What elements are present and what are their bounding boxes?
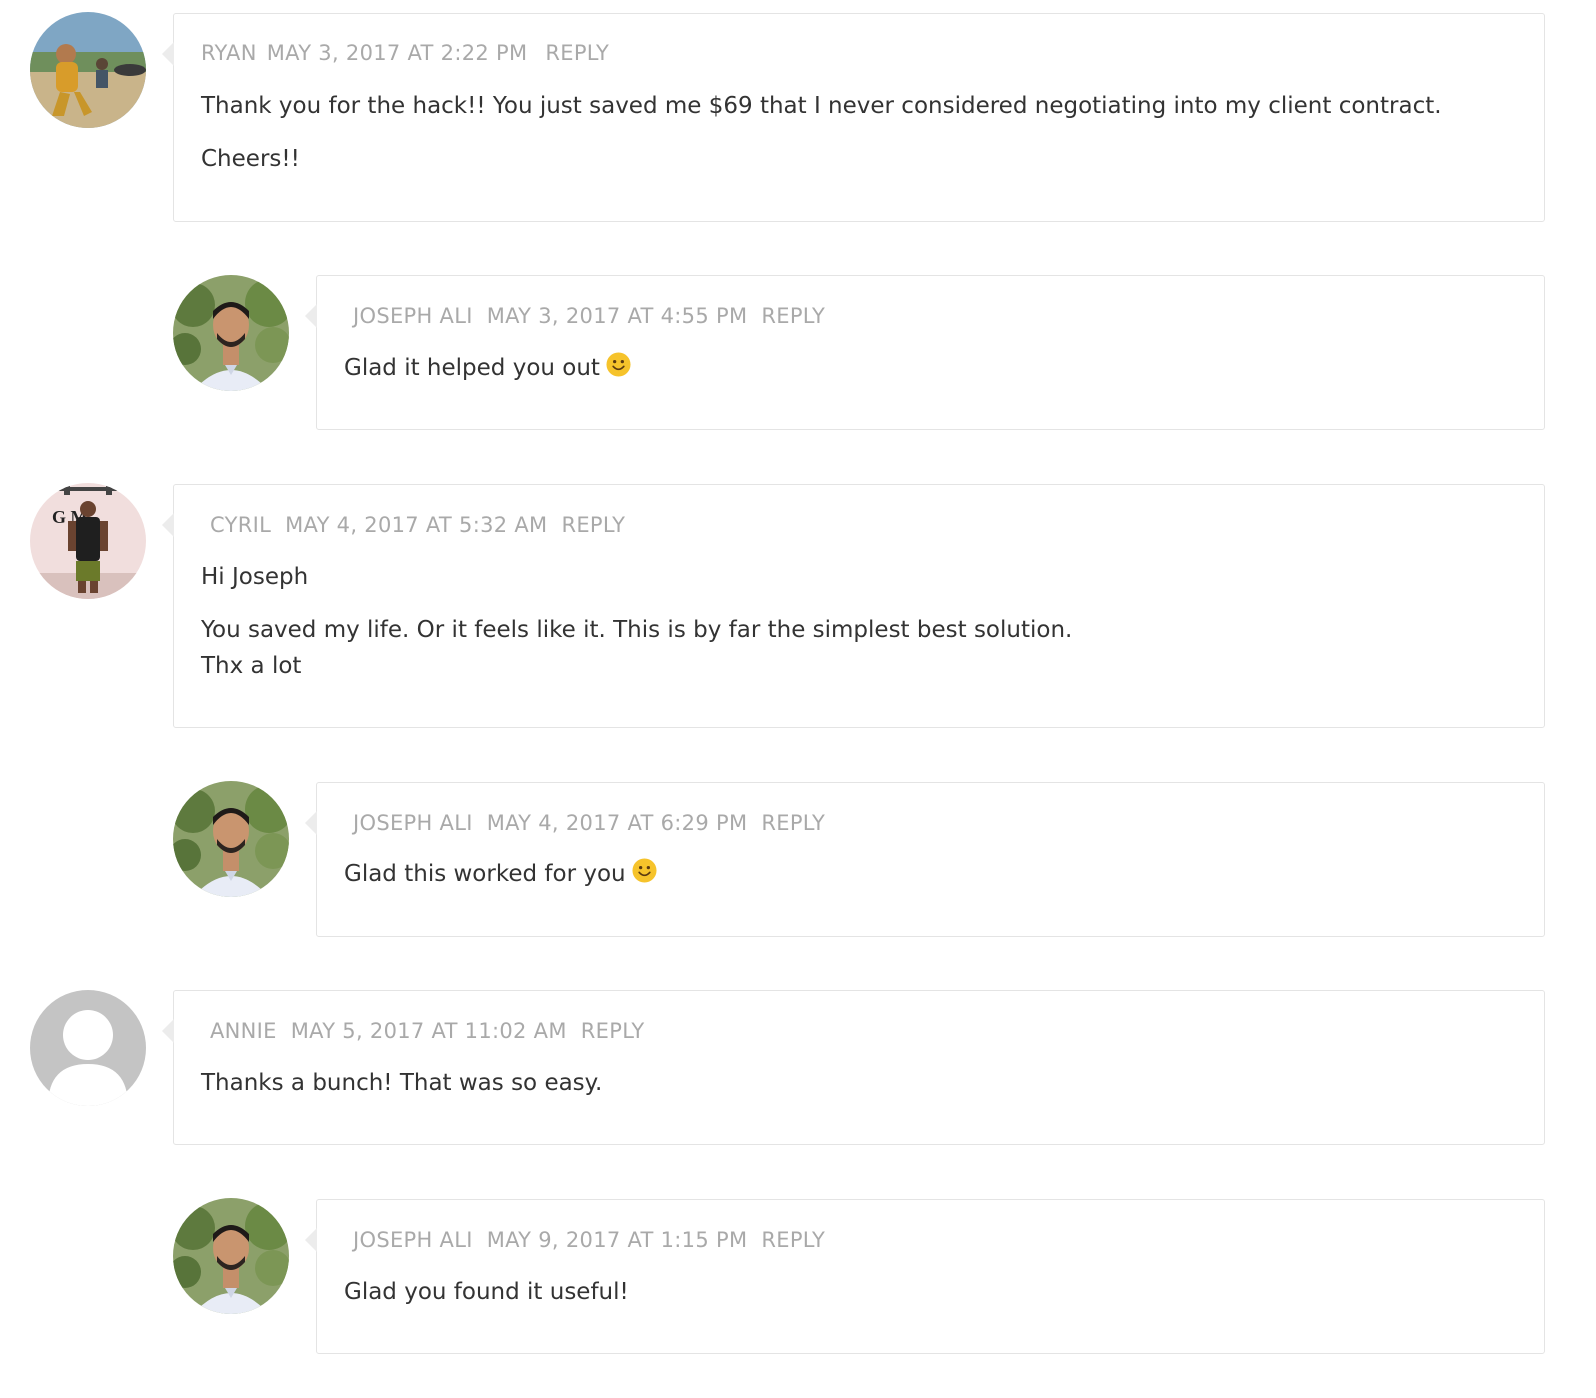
comment-meta: ANNIE MAY 5, 2017 AT 11:02 AM REPLY bbox=[210, 1019, 659, 1043]
comment-author[interactable]: JOSEPH ALI bbox=[353, 811, 473, 835]
reply-link[interactable]: REPLY bbox=[761, 304, 825, 328]
default-user-icon bbox=[30, 990, 146, 1106]
comment-meta: JOSEPH ALI MAY 9, 2017 AT 1:15 PM REPLY bbox=[353, 1228, 839, 1252]
comment-date[interactable]: MAY 5, 2017 AT 11:02 AM bbox=[291, 1019, 567, 1043]
comment-bubble: RYAN MAY 3, 2017 AT 2:22 PM REPLY Thank yo… bbox=[162, 13, 1545, 222]
comment-text-line: Glad it helped you out bbox=[344, 350, 631, 386]
comment-date[interactable]: MAY 3, 2017 AT 2:22 PM bbox=[267, 41, 528, 65]
avatar bbox=[30, 990, 146, 1106]
avatar[interactable] bbox=[173, 1198, 289, 1314]
comment-meta: JOSEPH ALI MAY 4, 2017 AT 6:29 PM REPLY bbox=[353, 811, 839, 835]
reply-link[interactable]: REPLY bbox=[581, 1019, 645, 1043]
comment-text-line: Thanks a bunch! That was so easy. bbox=[201, 1070, 603, 1096]
comment-text-line: Glad you found it useful! bbox=[344, 1279, 629, 1305]
avatar[interactable] bbox=[173, 275, 289, 391]
user-photo-icon bbox=[173, 1198, 289, 1314]
comment-author[interactable]: JOSEPH ALI bbox=[353, 304, 473, 328]
comment-text-line: Thank you for the hack!! You just saved … bbox=[201, 93, 1442, 119]
comment-text-line: Glad this worked for you bbox=[344, 856, 657, 892]
user-photo-icon bbox=[173, 781, 289, 897]
reply-link[interactable]: REPLY bbox=[761, 1228, 825, 1252]
comment-author[interactable]: JOSEPH ALI bbox=[353, 1228, 473, 1252]
smiley-icon bbox=[606, 352, 631, 377]
comment-bubble: ANNIE MAY 5, 2017 AT 11:02 AM REPLY Thanks… bbox=[162, 990, 1545, 1145]
avatar[interactable]: G M bbox=[30, 483, 146, 599]
comment-date[interactable]: MAY 4, 2017 AT 5:32 AM bbox=[285, 513, 547, 537]
comment-bubble: JOSEPH ALI MAY 3, 2017 AT 4:55 PM REPLY Gl… bbox=[305, 275, 1545, 430]
comment-author: RYAN bbox=[201, 41, 257, 65]
comment-bubble: CYRIL MAY 4, 2017 AT 5:32 AM REPLY Hi Jose… bbox=[162, 484, 1545, 728]
comment-date[interactable]: MAY 4, 2017 AT 6:29 PM bbox=[487, 811, 748, 835]
comment-text: Glad this worked for you bbox=[344, 861, 626, 887]
reply-link[interactable]: REPLY bbox=[761, 811, 825, 835]
reply-link[interactable]: REPLY bbox=[545, 41, 609, 65]
comment-text-line: Cheers!! bbox=[201, 146, 300, 172]
avatar[interactable] bbox=[173, 781, 289, 897]
avatar[interactable] bbox=[30, 12, 146, 128]
user-photo-icon: G M bbox=[30, 483, 146, 599]
comment-text-line: Thx a lot bbox=[201, 653, 302, 679]
comment-date[interactable]: MAY 3, 2017 AT 4:55 PM bbox=[487, 304, 748, 328]
comment-text-line: Hi Joseph bbox=[201, 564, 309, 590]
comment-bubble: JOSEPH ALI MAY 4, 2017 AT 6:29 PM REPLY Gl… bbox=[305, 782, 1545, 937]
comment-author: ANNIE bbox=[210, 1019, 277, 1043]
comment-text-line: You saved my life. Or it feels like it. … bbox=[201, 617, 1073, 643]
comment-date[interactable]: MAY 9, 2017 AT 1:15 PM bbox=[487, 1228, 748, 1252]
comment-author: CYRIL bbox=[210, 513, 272, 537]
comment-meta: JOSEPH ALI MAY 3, 2017 AT 4:55 PM REPLY bbox=[353, 304, 839, 328]
comment-meta: CYRIL MAY 4, 2017 AT 5:32 AM REPLY bbox=[210, 513, 639, 537]
comment-text: Glad it helped you out bbox=[344, 355, 600, 381]
user-photo-icon bbox=[173, 275, 289, 391]
comment-bubble: JOSEPH ALI MAY 9, 2017 AT 1:15 PM REPLY Gl… bbox=[305, 1199, 1545, 1354]
user-photo-icon bbox=[30, 12, 146, 128]
comment-meta: RYAN MAY 3, 2017 AT 2:22 PM REPLY bbox=[201, 41, 623, 65]
smiley-icon bbox=[632, 858, 657, 883]
reply-link[interactable]: REPLY bbox=[561, 513, 625, 537]
